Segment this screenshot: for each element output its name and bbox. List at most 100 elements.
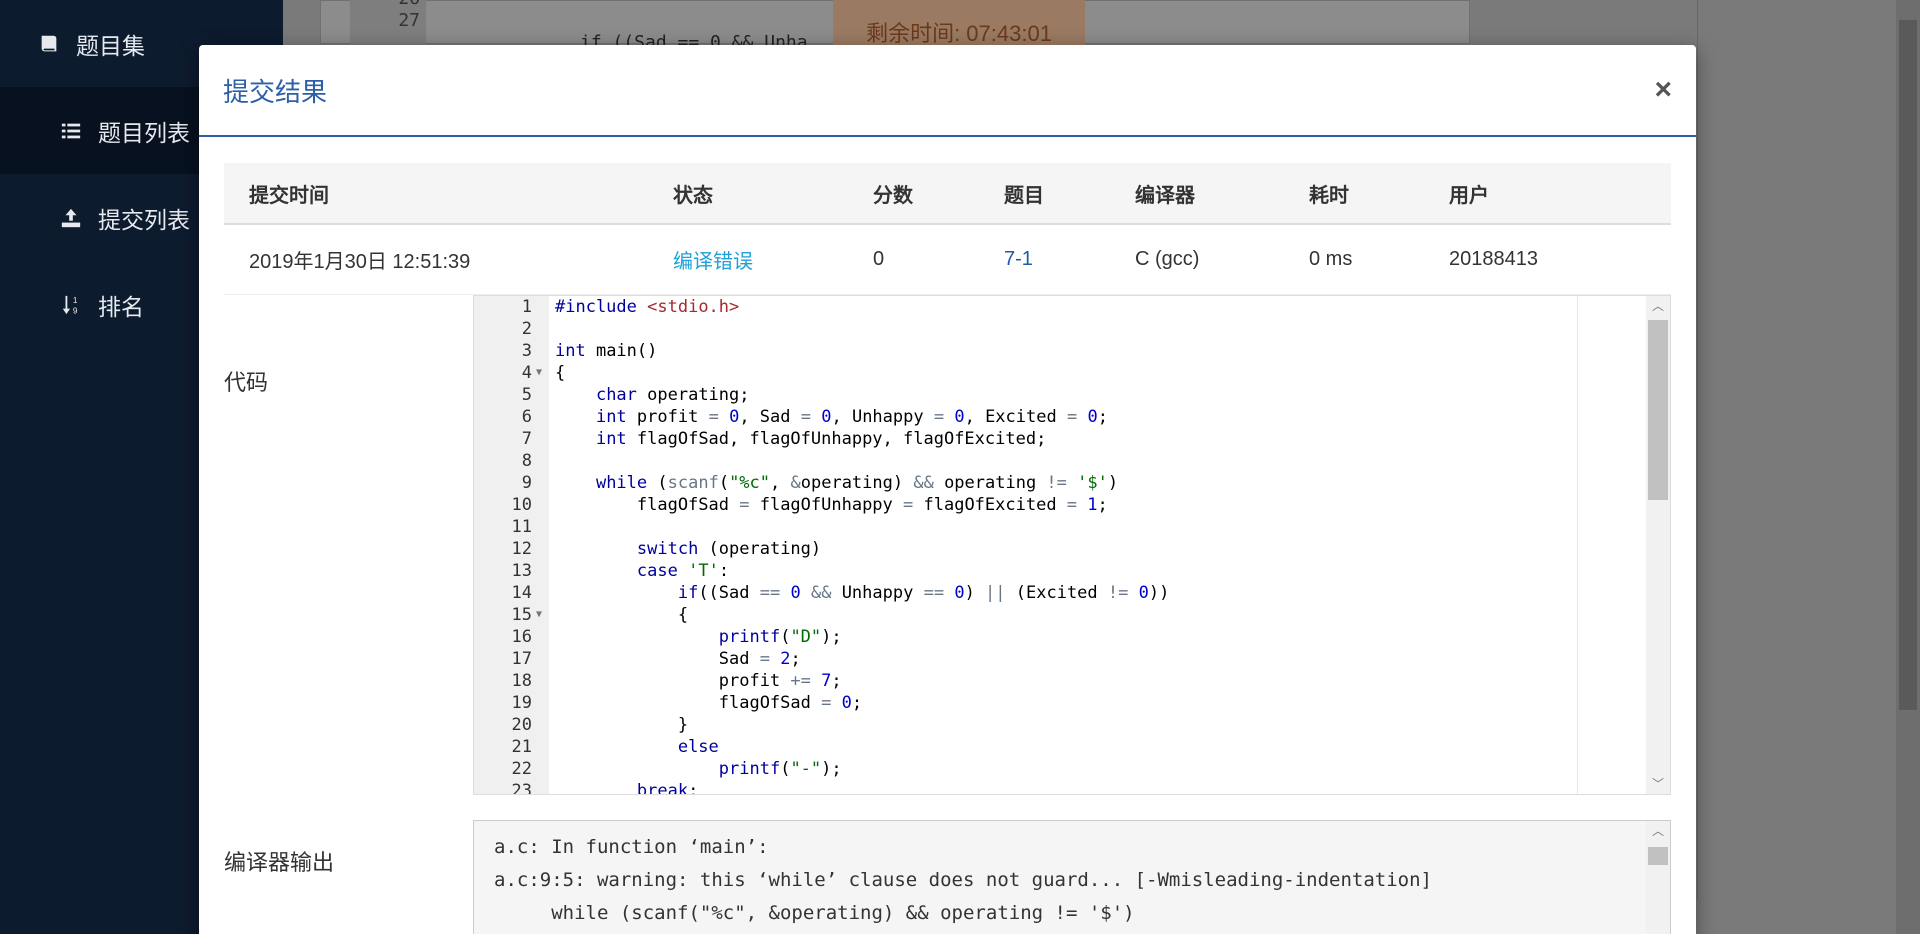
code-text: {	[555, 605, 689, 625]
fold-toggle-icon[interactable]: ▼	[532, 604, 549, 626]
code-line: 18 profit += 7;	[474, 670, 1670, 692]
code-line: 5 char operating;	[474, 384, 1670, 406]
code-text: while (scanf("%c", &operating) && operat…	[595, 473, 1119, 493]
problem-link[interactable]: 7-1	[1004, 248, 1135, 271]
result-table: 提交时间 状态 分数 题目 编译器 耗时 用户 2019年1月30日 12:51…	[224, 163, 1671, 295]
code-line: 23 break;	[474, 780, 1670, 794]
line-number: 16	[511, 627, 532, 647]
line-number: 6	[521, 407, 532, 427]
code-line: 7 int flagOfSad, flagOfUnhappy, flagOfEx…	[474, 428, 1670, 450]
fold-toggle-icon	[532, 494, 549, 516]
code-text: if((Sad == 0 && Unhappy == 0) || (Excite…	[677, 583, 1170, 603]
line-number: 3	[521, 341, 532, 361]
cell-user: 20188413	[1449, 248, 1538, 270]
background-right-panel	[1697, 0, 1857, 900]
status-link[interactable]: 编译错误	[673, 245, 873, 274]
line-number: 9	[521, 473, 532, 493]
code-line: 1 #include <stdio.h>	[474, 296, 1670, 318]
code-text: {	[555, 363, 566, 383]
svg-text:9: 9	[73, 306, 78, 315]
header-problem: 题目	[1004, 184, 1044, 207]
line-number: 18	[511, 671, 532, 691]
code-line: 11	[474, 516, 1670, 538]
code-lines: 1 #include <stdio.h> 2 3 int main() 4 ▼{5 char…	[474, 296, 1670, 794]
header-user: 用户	[1449, 184, 1489, 207]
cell-time: 0 ms	[1309, 248, 1353, 270]
modal-title: 提交结果	[223, 76, 328, 107]
fold-toggle-icon	[532, 516, 549, 538]
code-line: 22 printf("-");	[474, 758, 1670, 780]
scroll-up-icon[interactable]: ︿	[1646, 296, 1670, 316]
code-line: 17 Sad = 2;	[474, 648, 1670, 670]
modal-header: 提交结果 ×	[199, 45, 1696, 137]
sidebar-item-label: 题目集	[76, 32, 145, 59]
code-text: printf("D");	[718, 627, 842, 647]
scrollbar-thumb[interactable]	[1648, 320, 1668, 500]
code-text: else	[677, 737, 719, 757]
scrollbar-thumb[interactable]	[1648, 847, 1668, 865]
cell-submit-time: 2019年1月30日 12:51:39	[249, 251, 471, 273]
cell-score: 0	[873, 248, 885, 270]
book-icon	[36, 31, 62, 57]
fold-toggle-icon	[532, 296, 549, 318]
line-number: 13	[511, 561, 532, 581]
code-line: 21 else	[474, 736, 1670, 758]
fold-toggle-icon	[532, 582, 549, 604]
scroll-down-icon[interactable]: ﹀	[1646, 774, 1670, 794]
fold-toggle-icon	[532, 626, 549, 648]
scrollbar-thumb[interactable]	[1899, 20, 1917, 710]
output-scrollbar[interactable]: ︿	[1646, 821, 1670, 934]
sidebar-item-label: 排名	[98, 293, 144, 320]
line-number: 27	[398, 10, 420, 31]
fold-toggle-icon	[532, 560, 549, 582]
line-number: 17	[511, 649, 532, 669]
scroll-up-icon[interactable]: ︿	[1646, 821, 1670, 841]
sidebar-item-label: 题目列表	[98, 119, 190, 146]
sort-numeric-icon: 19	[58, 292, 84, 318]
line-number: 15	[511, 605, 532, 625]
line-number: 4	[521, 363, 532, 383]
line-number: 14	[511, 583, 532, 603]
header-compiler: 编译器	[1135, 184, 1195, 207]
code-scrollbar[interactable]: ︿ ﹀	[1646, 296, 1670, 794]
fold-toggle-icon	[532, 428, 549, 450]
code-text: #include <stdio.h>	[555, 297, 740, 317]
page-scrollbar[interactable]	[1896, 0, 1920, 934]
fold-toggle-icon	[532, 384, 549, 406]
code-line: 15 ▼ {	[474, 604, 1670, 626]
line-number: 12	[511, 539, 532, 559]
line-number: 7	[521, 429, 532, 449]
list-icon	[58, 118, 84, 144]
code-text: case 'T':	[636, 561, 730, 581]
compiler-output: a.c: In function ‘main’: a.c:9:5: warning…	[473, 820, 1671, 934]
fold-toggle-icon	[532, 538, 549, 560]
fold-toggle-icon	[532, 758, 549, 780]
code-editor[interactable]: 1 #include <stdio.h> 2 3 int main() 4 ▼{5 char…	[473, 295, 1671, 795]
code-label: 代码	[224, 370, 269, 395]
header-submit-time: 提交时间	[249, 184, 329, 207]
line-number: 22	[511, 759, 532, 779]
output-line: while (scanf("%c", &operating) && operat…	[494, 902, 1135, 924]
cell-compiler: C (gcc)	[1135, 248, 1200, 270]
close-button[interactable]: ×	[1654, 73, 1672, 107]
code-text: char operating;	[595, 385, 750, 405]
table-row: 2019年1月30日 12:51:39 编译错误 0 7-1 C (gcc) 0…	[224, 225, 1671, 295]
line-number: 21	[511, 737, 532, 757]
header-score: 分数	[873, 184, 913, 207]
fold-toggle-icon	[532, 450, 549, 472]
line-number: 8	[521, 451, 532, 471]
fold-toggle-icon[interactable]: ▼	[532, 362, 549, 384]
fold-toggle-icon	[532, 714, 549, 736]
line-number: 26	[350, 0, 420, 10]
code-line: 14 if((Sad == 0 && Unhappy == 0) || (Exc…	[474, 582, 1670, 604]
code-line: 20 }	[474, 714, 1670, 736]
code-line: 8	[474, 450, 1670, 472]
fold-toggle-icon	[532, 318, 549, 340]
fold-toggle-icon	[532, 692, 549, 714]
code-text: }	[555, 715, 689, 735]
line-number: 10	[511, 495, 532, 515]
svg-text:1: 1	[73, 296, 78, 305]
header-time: 耗时	[1309, 184, 1349, 207]
